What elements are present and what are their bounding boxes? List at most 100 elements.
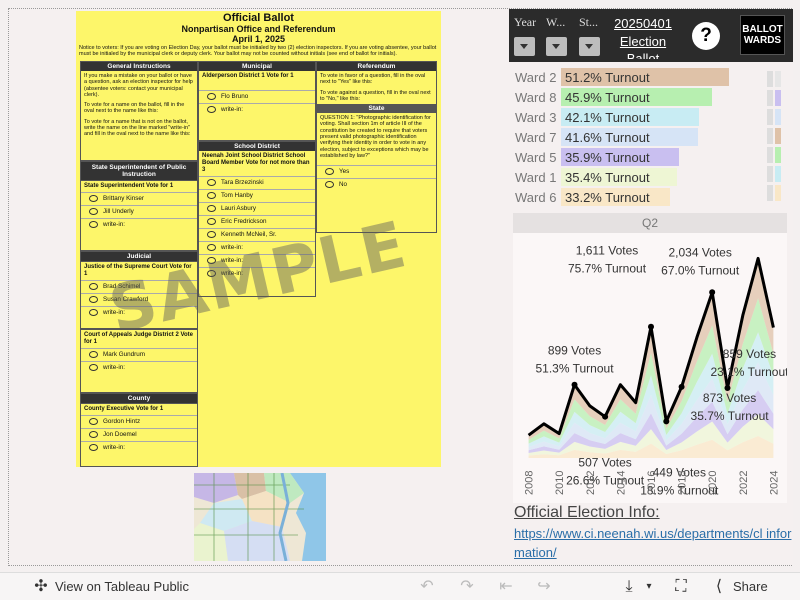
election-ballot-link[interactable]: 20250401 Election Ballot (611, 15, 675, 59)
download-icon[interactable]: ⤓ (620, 578, 638, 596)
mini-bar-cell (775, 128, 781, 144)
x-tick-label: 2022 (738, 471, 750, 495)
x-tick-label: 2016 (646, 471, 658, 495)
mini-bar-cell (775, 185, 781, 201)
undo-icon[interactable]: ↶ (418, 578, 436, 596)
fullscreen-icon[interactable]: ⛶ (672, 578, 690, 596)
annotation-votes: 873 Votes (703, 391, 756, 405)
referendum-option-no: No (317, 178, 436, 191)
mini-bar-cell (767, 90, 773, 106)
general-text-1: If you make a mistake on your ballot or … (84, 73, 193, 98)
x-tick-label: 2010 (554, 471, 566, 495)
share-icon[interactable]: ⟨ (710, 578, 728, 596)
referendum-text-1: To vote in favor of a question, fill in … (320, 73, 426, 86)
annotation-turnout: 23.1% Turnout (710, 365, 787, 379)
referendum-header: Referendum (317, 62, 436, 71)
x-tick-label: 2020 (707, 471, 719, 495)
annotated-data-point (571, 381, 578, 388)
annotation-votes: 2,034 Votes (668, 245, 731, 259)
ward-row[interactable]: Ward 1 35.4% Turnout (513, 167, 763, 187)
redo-icon[interactable]: ↷ (458, 578, 476, 596)
annotation-votes: 507 Votes (578, 456, 631, 470)
school-race: Neenah Joint School District School Boar… (202, 153, 310, 173)
view-on-tableau-link[interactable]: View on Tableau Public (55, 579, 189, 594)
state-super-section: State Superintendent of Public Instructi… (80, 161, 198, 251)
annotated-data-point (663, 418, 670, 425)
ballot-subtitle: Nonpartisan Office and Referendum (181, 24, 336, 34)
state-super-race: State Superintendent Vote for 1 (81, 180, 197, 192)
county-header: County (81, 394, 197, 403)
ward-turnout-text: 35.4% Turnout (565, 170, 650, 185)
ward-map-graphic (194, 473, 326, 561)
referendum-question: QUESTION 1: "Photographic identification… (320, 115, 431, 159)
help-button[interactable]: ? (692, 22, 720, 50)
municipal-race: Alderperson District 1 Vote for 1 (202, 73, 294, 79)
ballot-wards-logo: BALLOT WARDS (740, 15, 785, 55)
referendum-text-2: To vote against a question, fill in the … (320, 89, 431, 102)
mini-bar-cell (775, 90, 781, 106)
status-dropdown-button[interactable] (579, 37, 600, 56)
ward-row[interactable]: Ward 6 33.2% Turnout (513, 187, 763, 207)
general-instructions: General Instructions If you make a mista… (80, 61, 198, 161)
candidate: Gordon Hintz (81, 415, 197, 428)
ward-label: Ward 5 (515, 150, 557, 165)
candidate: Tom Hanby (199, 189, 315, 202)
sample-ballot-image: Official Ballot Nonpartisan Office and R… (76, 11, 441, 467)
ward-label: Ward 1 (515, 170, 557, 185)
tableau-toolbar: ✣ View on Tableau Public ↶ ↷ ⇤ ↪ ⤓ ▾ ⛶ ⟨… (0, 572, 800, 600)
refresh-icon[interactable]: ↪ (535, 578, 553, 596)
ballot-label[interactable]: Ballot (611, 51, 675, 59)
ward-row[interactable]: Ward 7 41.6% Turnout (513, 127, 763, 147)
ward-filter[interactable]: W... (546, 15, 567, 56)
download-dropdown-icon[interactable]: ▾ (640, 578, 658, 596)
election-label[interactable]: Election (611, 33, 675, 51)
ward-dropdown-button[interactable] (546, 37, 567, 56)
x-tick-label: 2024 (768, 471, 780, 495)
ward-turnout-text: 33.2% Turnout (565, 190, 650, 205)
ward-label: Ward 8 (515, 90, 557, 105)
candidate: Jill Underly (81, 205, 197, 218)
annotation-votes: 1,611 Votes (576, 244, 639, 258)
year-dropdown-button[interactable] (514, 37, 535, 56)
votes-trend-chart[interactable]: Q2 899 Votes 51.3% Turnout 507 Votes 26.6% … (513, 213, 787, 503)
year-filter[interactable]: Year (514, 15, 536, 56)
candidate: Jon Doemel (81, 428, 197, 441)
annotated-data-point (724, 385, 731, 392)
ward-label: Ward 3 (515, 110, 557, 125)
info-title: Official Election Info: (514, 504, 660, 521)
mini-bar-cell (767, 71, 773, 87)
mini-bar-cell (767, 166, 773, 182)
ward-row[interactable]: Ward 8 45.9% Turnout (513, 87, 763, 107)
municipal-header: Municipal (199, 62, 315, 71)
mini-bar-cell (767, 109, 773, 125)
mini-bar-cell (767, 147, 773, 163)
ward-row[interactable]: Ward 3 42.1% Turnout (513, 107, 763, 127)
candidate: Tara Brzezinski (199, 176, 315, 189)
ward-row[interactable]: Ward 5 35.9% Turnout (513, 147, 763, 167)
ward-label: Ward 2 (515, 70, 557, 85)
info-link[interactable]: https://www.ci.neenah.wi.us/departments/… (514, 524, 792, 562)
state-header: State (317, 104, 436, 114)
mini-bar-cell (775, 109, 781, 125)
annotation-votes: 899 Votes (548, 344, 601, 358)
status-filter[interactable]: St... (579, 15, 600, 56)
chart-canvas[interactable]: 899 Votes 51.3% Turnout 507 Votes 26.6% Tur… (513, 233, 787, 503)
ward-label: Ward 7 (515, 130, 557, 145)
election-date[interactable]: 20250401 (611, 15, 675, 33)
ward-turnout-text: 45.9% Turnout (565, 90, 650, 105)
annotation-turnout: 26.6% Turnout (566, 474, 645, 488)
share-button[interactable]: Share (733, 579, 768, 594)
school-header: School District (199, 142, 315, 151)
results-panel: Year W... St... 20250401 Election Ballot… (509, 9, 793, 565)
x-tick-label: 2012 (585, 471, 597, 495)
x-tick-label: 2008 (524, 471, 536, 495)
election-info: Official Election Info: https://www.ci.n… (514, 504, 792, 562)
municipal-section: Municipal Alderperson District 1 Vote fo… (198, 61, 316, 141)
ballot-title: Official Ballot (223, 12, 294, 24)
annotated-data-point (678, 383, 685, 390)
ward-row[interactable]: Ward 2 51.2% Turnout (513, 67, 763, 87)
ward-map[interactable] (194, 473, 326, 561)
revert-icon[interactable]: ⇤ (497, 578, 515, 596)
annotation-turnout: 51.3% Turnout (535, 362, 614, 376)
x-tick-label: 2018 (677, 471, 689, 495)
